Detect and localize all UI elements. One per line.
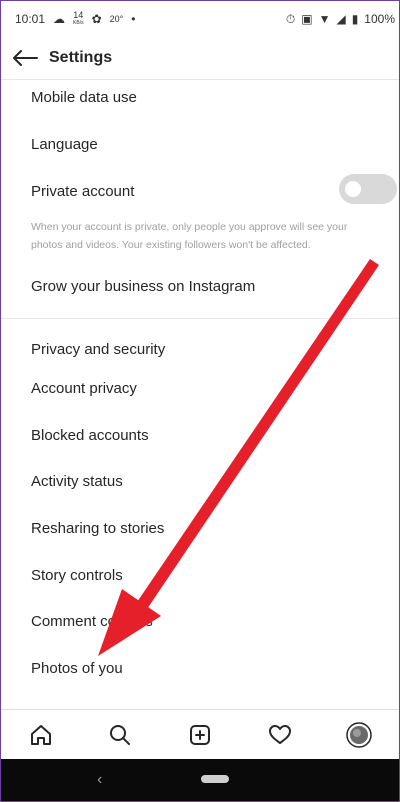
setting-resharing[interactable]: Resharing to stories — [31, 520, 164, 537]
setting-mobile-data[interactable]: Mobile data use — [31, 89, 137, 106]
cast-icon: ▣ — [301, 12, 313, 26]
annotation-arrow — [98, 259, 379, 656]
temperature: 20° — [109, 14, 124, 24]
system-home-button[interactable] — [201, 775, 229, 783]
battery-level: 100% — [364, 12, 395, 26]
setting-grow-business[interactable]: Grow your business on Instagram — [31, 278, 255, 295]
setting-private-account[interactable]: Private account — [31, 183, 134, 200]
private-account-help: When your account is private, only peopl… — [31, 221, 348, 251]
section-header-privacy: Privacy and security — [31, 341, 166, 358]
cloud-icon: ☁ — [53, 12, 66, 26]
setting-comment-controls[interactable]: Comment controls — [31, 613, 153, 630]
search-icon — [110, 725, 131, 745]
nav-profile[interactable] — [337, 713, 381, 757]
setting-photos-of-you[interactable]: Photos of you — [31, 660, 123, 677]
bottom-nav — [1, 709, 399, 760]
nav-activity[interactable] — [258, 713, 302, 757]
back-button[interactable] — [1, 37, 49, 79]
toggle-knob — [345, 181, 361, 197]
page-title: Settings — [49, 49, 113, 66]
phone-screen: 10:01 ☁ 14 KB/s ✿ 20° • ⏱ ▣ ▼ ◢ ▮ 100% S… — [0, 0, 400, 802]
setting-activity-status[interactable]: Activity status — [31, 473, 123, 490]
battery-icon: ▮ — [351, 12, 359, 26]
section-divider — [1, 318, 399, 319]
wifi-icon: ▼ — [318, 12, 331, 26]
system-back-icon[interactable]: ‹ — [97, 771, 102, 789]
setting-language[interactable]: Language — [31, 136, 98, 153]
notification-dot: • — [131, 12, 136, 26]
alarm-icon: ⏱ — [285, 12, 296, 26]
signal-icon: ◢ — [336, 12, 346, 26]
setting-blocked-accounts[interactable]: Blocked accounts — [31, 427, 149, 444]
avatar — [346, 722, 372, 748]
gear-icon: ✿ — [91, 12, 102, 26]
app-header: Settings — [1, 37, 399, 80]
plus-square-icon — [189, 725, 210, 745]
heart-icon — [268, 725, 291, 744]
network-speed: 14 KB/s — [73, 10, 84, 27]
private-account-toggle[interactable] — [339, 174, 397, 204]
status-time: 10:01 — [15, 12, 46, 26]
nav-home[interactable] — [19, 713, 63, 757]
system-nav-bar: ‹ — [1, 759, 399, 801]
home-icon — [30, 725, 51, 745]
arrow-left-icon — [13, 50, 38, 66]
setting-story-controls[interactable]: Story controls — [31, 567, 123, 584]
nav-new-post[interactable] — [178, 713, 222, 757]
setting-account-privacy[interactable]: Account privacy — [31, 380, 137, 397]
status-bar: 10:01 ☁ 14 KB/s ✿ 20° • ⏱ ▣ ▼ ◢ ▮ 100% — [1, 1, 399, 37]
nav-search[interactable] — [98, 713, 142, 757]
